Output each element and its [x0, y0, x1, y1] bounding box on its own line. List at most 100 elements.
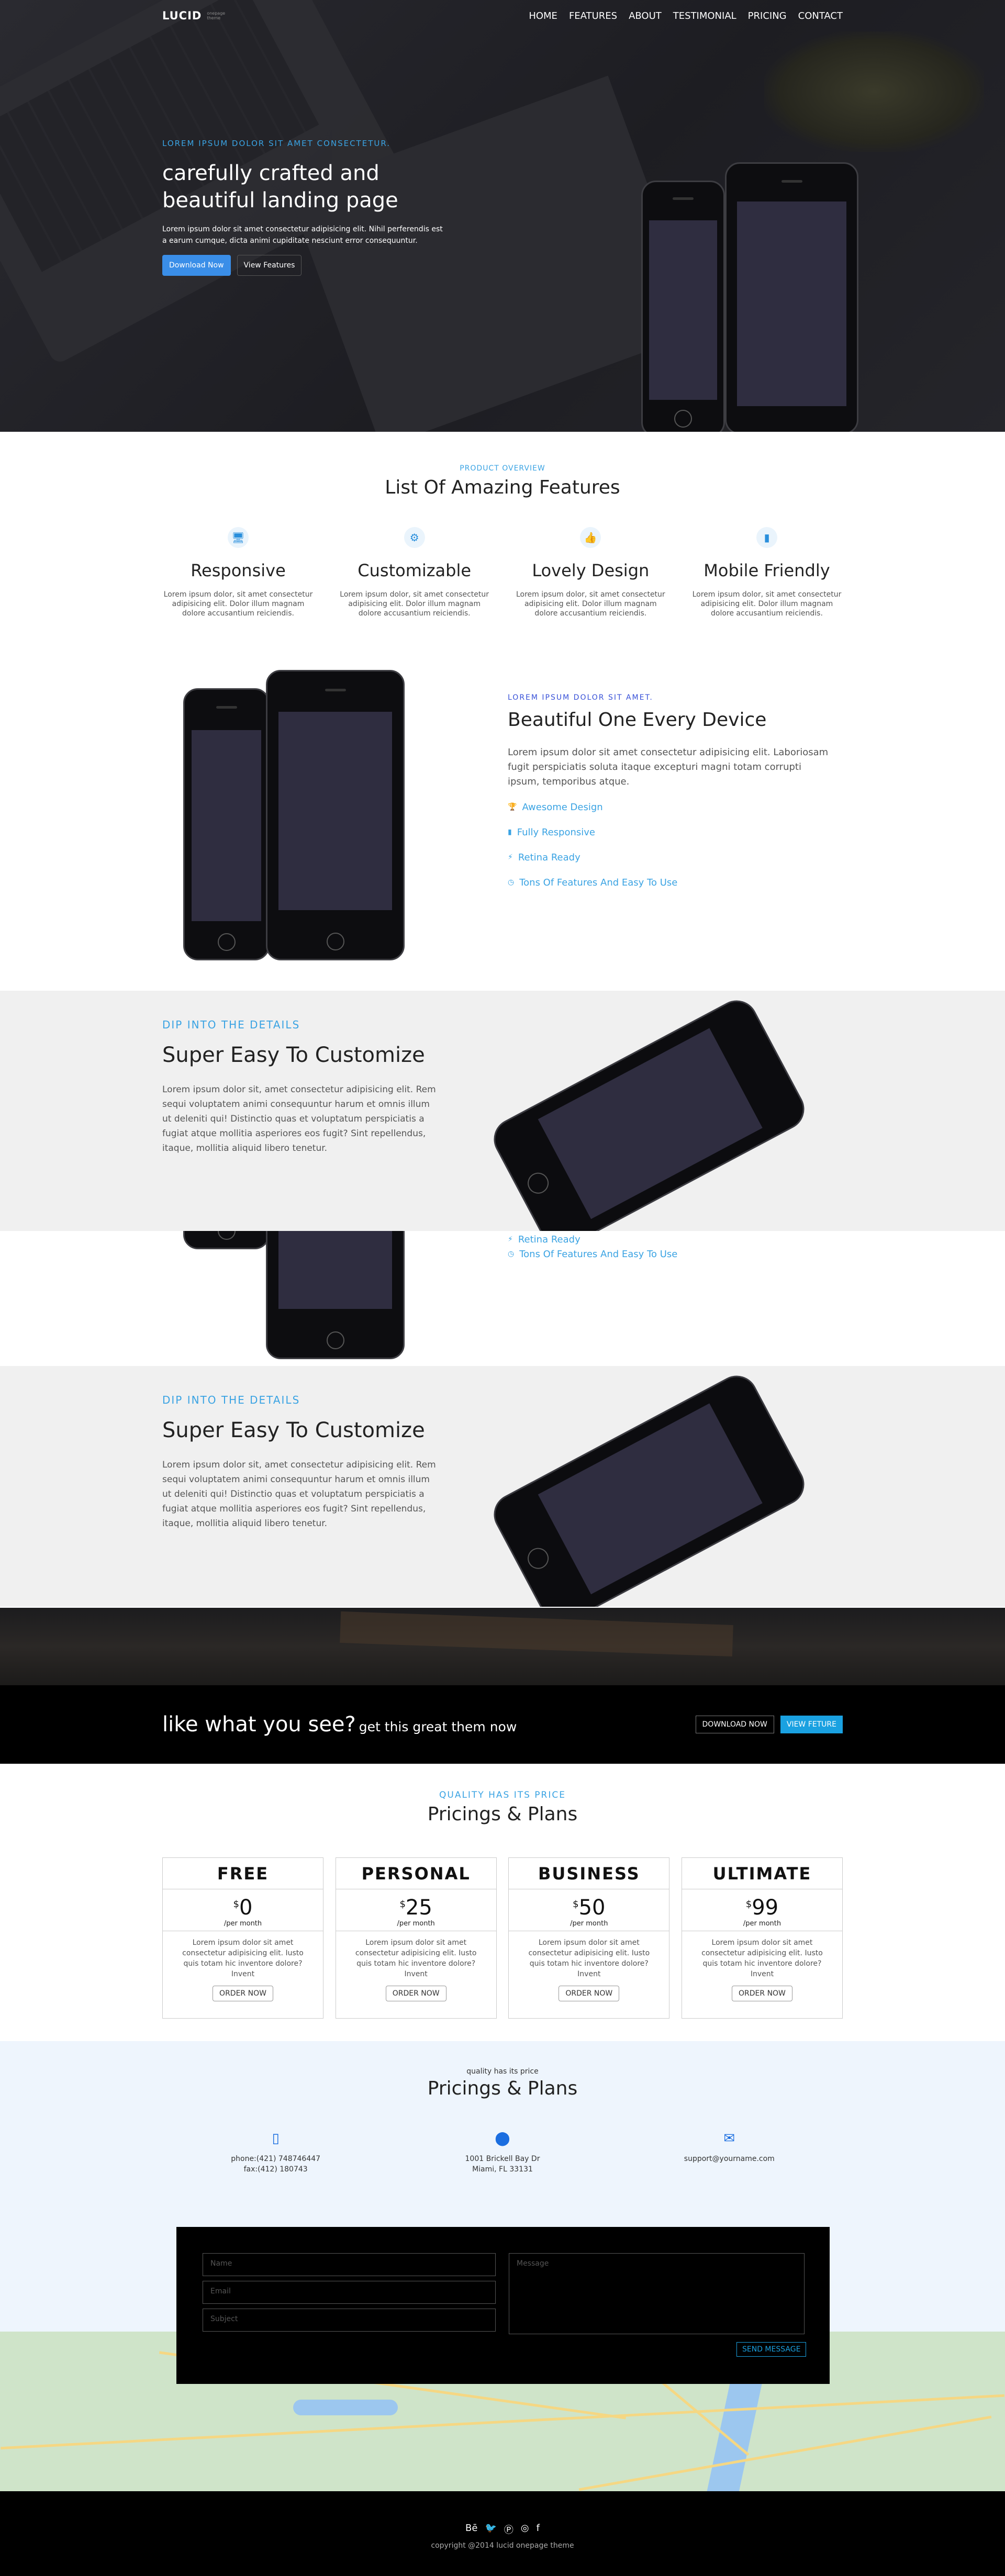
order-now-button[interactable]: ORDER NOW — [385, 1986, 446, 2001]
hero-title-line2: beautiful landing page — [162, 188, 398, 212]
plan-price: $99 — [745, 1896, 779, 1920]
overview-title: List Of Amazing Features — [385, 477, 620, 498]
device-kicker: LOREM IPSUM DOLOR SIT AMET. — [508, 693, 653, 702]
cta-download-button[interactable]: DOWNLOAD NOW — [695, 1716, 774, 1733]
thumbs-up-icon: 👍 — [580, 527, 601, 548]
email-field[interactable]: Email — [203, 2281, 496, 2304]
plan-price: $25 — [399, 1896, 432, 1920]
nav-features[interactable]: FEATURES — [569, 10, 617, 21]
map-marker-icon: ⬤ — [495, 2131, 510, 2146]
contact-info: ▯ phone:(421) 748746447 fax:(412) 180743 … — [162, 2131, 843, 2175]
feature-desc: Lorem ipsum dolor, sit amet consectetur … — [692, 590, 842, 618]
plan-period: /per month — [336, 1920, 496, 1931]
customize-desc: Lorem ipsum dolor sit, amet consectetur … — [162, 1460, 436, 1529]
hero-content: LOREM IPSUM DOLOR SIT AMET CONSECTETUR. … — [162, 139, 455, 276]
hero-phone-front — [725, 162, 858, 432]
order-now-button[interactable]: ORDER NOW — [213, 1986, 273, 2001]
plan-name: FREE — [163, 1858, 323, 1889]
mobile-icon: ▮ — [756, 527, 777, 548]
feature-card: ▮ Mobile Friendly Lorem ipsum dolor, sit… — [691, 527, 843, 618]
pinterest-icon[interactable]: Ⓟ — [504, 2523, 513, 2536]
message-field[interactable]: Message — [509, 2253, 805, 2334]
view-features-button[interactable]: View Features — [237, 255, 302, 276]
list-item: 🏆 Awesome Design — [508, 801, 603, 813]
list-item: ◷ Tons Of Features And Easy To Use — [508, 877, 678, 888]
cta-title: like what you see? get this great them no… — [162, 1712, 517, 1737]
footer: Bē 🐦 Ⓟ ◎ f copyright @2014 lucid onepage… — [0, 2491, 1005, 2576]
hero-phone-back — [641, 181, 725, 432]
pricing-section: QUALITY HAS ITS PRICE Pricings & Plans F… — [0, 1764, 1005, 2041]
feature-desc: Lorem ipsum dolor, sit amet consectetur … — [516, 590, 665, 618]
hero-background-plant — [764, 31, 984, 152]
list-item: ◷ Tons Of Features And Easy To Use — [508, 1248, 678, 1260]
trophy-icon: 🏆 — [508, 803, 517, 811]
feature-title: Mobile Friendly — [704, 561, 830, 580]
cta-section: like what you see? get this great them no… — [0, 1685, 1005, 1764]
plan-price: $50 — [573, 1896, 606, 1920]
customize-kicker: DIP INTO THE DETAILS — [162, 1394, 300, 1406]
order-now-button[interactable]: ORDER NOW — [732, 1986, 792, 2001]
download-now-button[interactable]: Download Now — [162, 255, 231, 276]
hero-kicker: LOREM IPSUM DOLOR SIT AMET CONSECTETUR. — [162, 139, 390, 148]
plan-period: /per month — [509, 1920, 669, 1931]
hero-title-line1: carefully crafted and — [162, 161, 379, 185]
hero-description: Lorem ipsum dolor sit amet consectetur a… — [162, 225, 443, 245]
nav-testimonial[interactable]: TESTIMONIAL — [673, 10, 736, 21]
instagram-icon[interactable]: ◎ — [521, 2523, 529, 2536]
list-item: ⚡ Retina Ready — [508, 852, 580, 863]
device-phone-front — [266, 1231, 405, 1359]
social-links: Bē 🐦 Ⓟ ◎ f — [0, 2523, 1005, 2536]
behance-icon[interactable]: Bē — [465, 2523, 477, 2536]
brand-name: LUCID — [162, 9, 202, 22]
device-phone-back — [183, 688, 270, 960]
name-field[interactable]: Name — [203, 2253, 496, 2276]
customize-desc: Lorem ipsum dolor sit, amet consectetur … — [162, 1084, 436, 1153]
twitter-icon[interactable]: 🐦 — [485, 2523, 496, 2536]
plan-name: PERSONAL — [336, 1858, 496, 1889]
contact-item-address: ⬤ 1001 Brickell Bay Dr Miami, FL 33131 — [424, 2131, 581, 2175]
plan-desc: Lorem ipsum dolor sit amet consectetur a… — [182, 1939, 304, 1978]
nav-contact[interactable]: CONTACT — [798, 10, 843, 21]
customize-section: DIP INTO THE DETAILS Super Easy To Custo… — [0, 991, 1005, 1231]
plan-period: /per month — [682, 1920, 842, 1931]
features-list: 🖥 Responsive Lorem ipsum dolor, sit amet… — [162, 527, 843, 618]
facebook-icon[interactable]: f — [537, 2523, 540, 2536]
nav-home[interactable]: HOME — [529, 10, 557, 21]
plan-card: BUSINESS $50 /per month Lorem ipsum dolo… — [508, 1857, 670, 2019]
cta-buttons: DOWNLOAD NOW VIEW FETURE — [695, 1716, 843, 1733]
pricing-kicker: QUALITY HAS ITS PRICE — [439, 1790, 566, 1800]
feature-desc: Lorem ipsum dolor, sit amet consectetur … — [340, 590, 489, 618]
brand[interactable]: LUCID onepage theme — [162, 9, 233, 22]
device-phone-front — [266, 670, 405, 960]
feature-desc: Lorem ipsum dolor, sit amet consectetur … — [163, 590, 313, 618]
plan-name: BUSINESS — [509, 1858, 669, 1889]
map-lake — [293, 2400, 398, 2415]
subject-field[interactable]: Subject — [203, 2309, 496, 2332]
customize-title: Super Easy To Customize — [162, 1418, 425, 1442]
clock-icon: ◷ — [508, 1250, 515, 1258]
hero-title: carefully crafted and beautiful landing … — [162, 160, 455, 214]
list-item: ▮ Fully Responsive — [508, 826, 595, 838]
feature-card: ⚙ Customizable Lorem ipsum dolor, sit am… — [339, 527, 490, 618]
feature-card: 👍 Lovely Design Lorem ipsum dolor, sit a… — [515, 527, 666, 618]
copyright: copyright @2014 lucid onepage theme — [431, 2541, 574, 2550]
feature-title: Responsive — [191, 561, 286, 580]
cta-view-feature-button[interactable]: VIEW FETURE — [780, 1716, 843, 1733]
hero-buttons: Download Now View Features — [162, 255, 455, 276]
plan-card: FREE $0 /per month Lorem ipsum dolor sit… — [162, 1857, 323, 2019]
desktop-icon: 🖥 — [228, 527, 249, 548]
customize-title: Super Easy To Customize — [162, 1043, 425, 1067]
cta-subtitle: get this great them now — [359, 1719, 517, 1734]
nav-pricing[interactable]: PRICING — [748, 10, 787, 21]
plan-name: ULTIMATE — [682, 1858, 842, 1889]
parallax-image-strip — [0, 1608, 1005, 1685]
envelope-icon: ✉ — [723, 2131, 735, 2146]
device-phone-back — [183, 1231, 270, 1249]
order-now-button[interactable]: ORDER NOW — [559, 1986, 620, 2001]
gear-icon: ⚙ — [404, 527, 425, 548]
contact-title: Pricings & Plans — [427, 2078, 578, 2099]
landscape-phone-image — [486, 993, 812, 1231]
bolt-icon: ⚡ — [508, 853, 513, 861]
nav-about[interactable]: ABOUT — [629, 10, 662, 21]
send-message-button[interactable]: SEND MESSAGE — [736, 2342, 807, 2357]
